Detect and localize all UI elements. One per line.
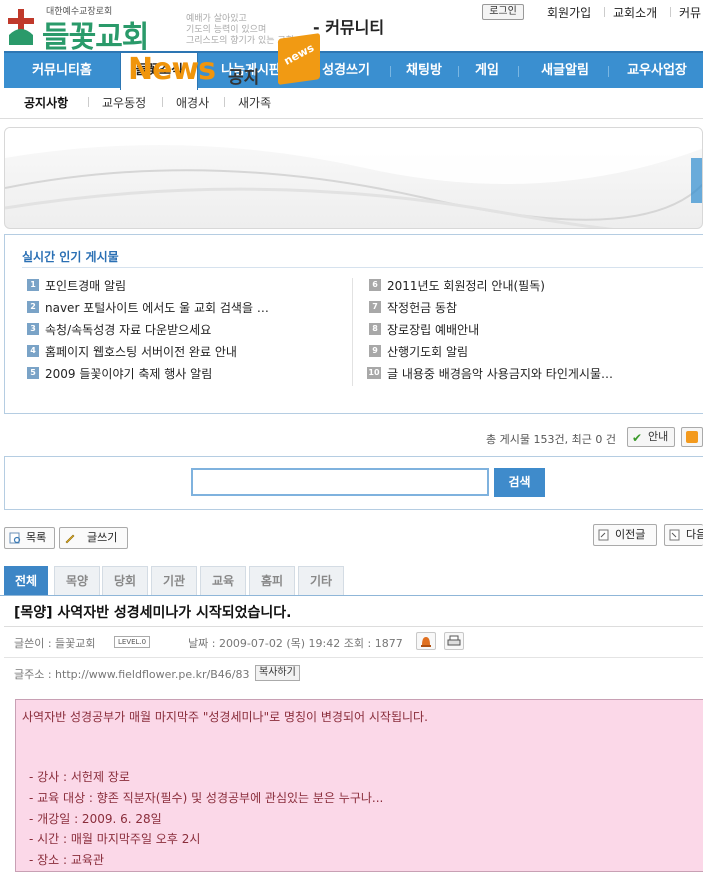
subnav-divider <box>162 97 163 107</box>
nav-item-member-business[interactable]: 교우사업장 <box>612 53 702 88</box>
section-title: - 커뮤니티 <box>313 18 385 37</box>
news-banner <box>4 127 703 229</box>
subnav-divider-line <box>0 118 703 119</box>
nav-divider <box>518 66 519 77</box>
popular-post-title[interactable]: 속청/속독성경 자료 다운받으세요 <box>45 321 211 338</box>
rank-badge: 4 <box>27 345 39 357</box>
bell-icon <box>421 637 431 647</box>
popular-post-title[interactable]: 2009 들꽃이야기 축제 행사 알림 <box>45 365 212 382</box>
recommend-button[interactable] <box>416 632 436 650</box>
list-button-label: 목록 <box>26 531 47 544</box>
popular-column-divider <box>352 278 353 386</box>
subnav-item-member-news[interactable]: 교우동정 <box>102 94 146 111</box>
rank-badge: 9 <box>369 345 381 357</box>
print-button[interactable] <box>444 632 464 650</box>
rank-badge: 8 <box>369 323 381 335</box>
popular-post-title[interactable]: 작정헌금 동참 <box>387 299 457 316</box>
banner-swoosh-graphic <box>5 128 702 228</box>
logo-cross-icon <box>8 9 34 45</box>
tab-pastoral[interactable]: 목양 <box>54 566 100 596</box>
post-author: 글쓴이 : 들꽃교회 <box>14 637 96 650</box>
rank-badge: 2 <box>27 301 39 313</box>
pencil-icon <box>65 534 75 544</box>
rss-icon <box>686 431 698 443</box>
tab-organization[interactable]: 기관 <box>151 566 197 596</box>
subnav-item-new-family[interactable]: 새가족 <box>238 94 271 111</box>
post-content-line: - 교육 대상 : 향존 직분자(필수) 및 성경공부에 관심있는 분은 누구나… <box>29 791 384 805</box>
tab-etc[interactable]: 기타 <box>298 566 344 596</box>
search-button[interactable]: 검색 <box>494 468 545 497</box>
list-button[interactable]: 목록 <box>4 527 55 549</box>
popular-post-title[interactable]: naver 포털사이트 에서도 울 교회 검색을 … <box>45 299 269 316</box>
level-badge: LEVEL.0 <box>114 636 151 648</box>
popular-post-title[interactable]: 2011년도 회원정리 안내(필독) <box>387 277 545 294</box>
banner-news-text: News <box>128 52 216 87</box>
meta-divider <box>4 657 703 658</box>
subnav-divider <box>88 97 89 107</box>
list-icon <box>9 532 21 544</box>
rank-badge: 3 <box>27 323 39 335</box>
check-icon: ✔ <box>632 431 643 445</box>
church-intro-link[interactable]: 교회소개 <box>613 4 657 21</box>
popular-post-title[interactable]: 산행기도회 알림 <box>387 343 468 360</box>
nav-item-chat[interactable]: 채팅방 <box>394 53 454 88</box>
rank-badge: 5 <box>27 367 39 379</box>
prev-post-label: 이전글 <box>615 528 646 541</box>
tab-homepage[interactable]: 홈피 <box>249 566 295 596</box>
prev-doc-icon <box>598 529 609 541</box>
copy-url-button[interactable]: 복사하기 <box>255 665 300 681</box>
popular-posts-title: 실시간 인기 게시물 <box>22 250 119 264</box>
popular-title-underline <box>22 267 703 268</box>
post-date-views: 날짜 : 2009-07-02 (목) 19:42 조회 : 1877 <box>188 637 403 650</box>
post-content-line: - 강사 : 서헌제 장로 <box>29 770 130 784</box>
post-title: [목양] 사역자반 성경세미나가 시작되었습니다. <box>14 605 292 621</box>
popular-post-title[interactable]: 포인트경매 알림 <box>45 277 126 294</box>
write-button-label: 글쓰기 <box>87 531 118 544</box>
rank-badge: 6 <box>369 279 381 291</box>
nav-divider <box>458 66 459 77</box>
rank-badge: 10 <box>367 367 381 379</box>
post-content-line: - 시간 : 매월 마지막주일 오후 2시 <box>29 832 201 846</box>
subnav-item-notice[interactable]: 공지사항 <box>24 94 68 111</box>
popular-post-title[interactable]: 장로장립 예배안내 <box>387 321 479 338</box>
post-url: 글주소 : http://www.fieldflower.pe.kr/B46/8… <box>14 668 250 681</box>
login-button[interactable]: 로그인 <box>482 4 524 20</box>
subnav-item-events[interactable]: 애경사 <box>176 94 209 111</box>
main-nav: 커뮤니티홈 들꽃소식 나눔게시판 성경쓰기 채팅방 게임 새글알림 교우사업장 <box>4 51 703 90</box>
link-divider <box>670 7 671 17</box>
nav-item-community-home[interactable]: 커뮤니티홈 <box>8 53 116 88</box>
post-count-stats: 총 게시물 153건, 최근 0 건 <box>486 433 616 446</box>
subnav-divider <box>224 97 225 107</box>
site-logo[interactable]: 들꽃교회 <box>42 12 149 56</box>
popular-post-title[interactable]: 홈페이지 웹호스팅 서버이전 완료 안내 <box>45 343 237 360</box>
link-divider <box>604 7 605 17</box>
signup-link[interactable]: 회원가입 <box>547 4 591 21</box>
nav-divider <box>608 66 609 77</box>
nav-divider <box>390 66 391 77</box>
rank-badge: 1 <box>27 279 39 291</box>
tab-session[interactable]: 당회 <box>102 566 148 596</box>
community-link[interactable]: 커뮤 <box>679 4 701 21</box>
nav-item-new-post-alert[interactable]: 새글알림 <box>524 53 606 88</box>
write-button[interactable]: 글쓰기 <box>59 527 128 549</box>
next-post-label: 다음 <box>686 528 703 541</box>
prev-post-button[interactable]: 이전글 <box>593 524 657 546</box>
tab-all[interactable]: 전체 <box>4 566 48 596</box>
next-doc-icon <box>669 529 680 541</box>
banner-notice-text: 공지 <box>228 68 260 88</box>
post-title-divider <box>4 626 703 627</box>
post-content-intro: 사역자반 성경공부가 매월 마지막주 "성경세미나"로 명칭이 변경되어 시작됩… <box>22 710 428 724</box>
search-input[interactable] <box>191 468 489 496</box>
rank-badge: 7 <box>369 301 381 313</box>
nav-item-game[interactable]: 게임 <box>462 53 512 88</box>
next-post-button[interactable]: 다음 <box>664 524 703 546</box>
printer-icon <box>447 635 461 646</box>
post-content-line: - 장소 : 교육관 <box>29 853 105 867</box>
post-content-line: - 개강일 : 2009. 6. 28일 <box>29 812 162 826</box>
popular-post-title[interactable]: 글 내용중 배경음악 사용금지와 타인게시물… <box>387 365 613 382</box>
tabs-underline <box>0 595 703 596</box>
tab-education[interactable]: 교육 <box>200 566 246 596</box>
